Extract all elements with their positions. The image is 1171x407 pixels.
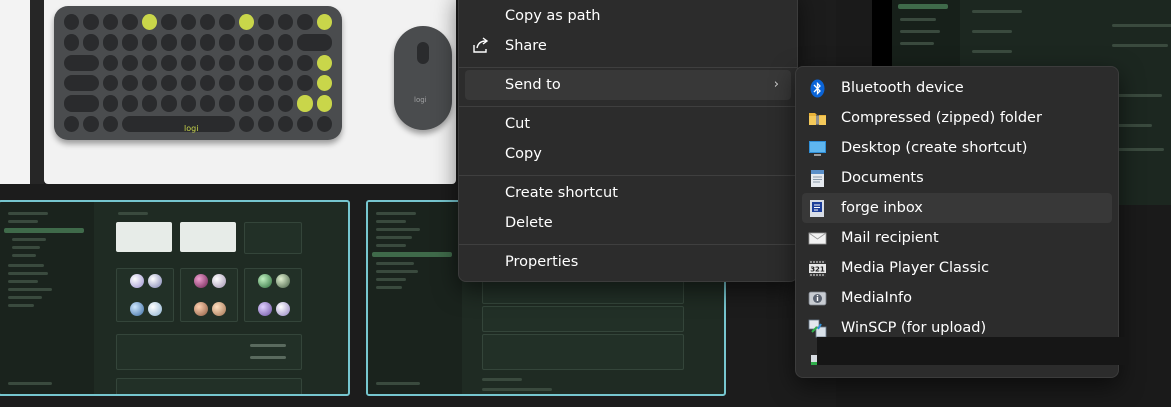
send-to-documents[interactable]: Documents [802,163,1112,193]
menu-item-label: Delete [505,215,553,231]
desktop-icon [808,139,827,158]
send-to-desktop[interactable]: Desktop (create shortcut) [802,133,1112,163]
zip-folder-icon [808,109,827,128]
media-player-icon: 321 [808,259,827,278]
forge-inbox-icon [808,199,827,218]
svg-text:321: 321 [810,266,825,274]
share-icon [471,36,491,56]
keyboard-keys [64,14,332,132]
menu-item-send-to[interactable]: Send to › [465,70,791,100]
submenu-item-label: WinSCP (for upload) [841,320,987,336]
send-to-bluetooth[interactable]: Bluetooth device [802,73,1112,103]
thumbnail-app-settings-a[interactable] [0,200,350,396]
menu-item-copy[interactable]: Copy [465,139,791,169]
menu-item-label: Create shortcut [505,185,618,201]
keyboard-logo: logi [184,124,199,133]
menu-item-delete[interactable]: Delete [465,208,791,238]
send-to-media-player-classic[interactable]: 321 Media Player Classic [802,253,1112,283]
mouse-image: logi [394,26,452,130]
submenu-item-label: Media Player Classic [841,260,990,276]
send-to-compressed-folder[interactable]: Compressed (zipped) folder [802,103,1112,133]
submenu-item-label: MediaInfo [841,290,912,306]
keyboard-image: logi [54,6,342,140]
send-to-mediainfo[interactable]: MediaInfo [802,283,1112,313]
submenu-item-label: Desktop (create shortcut) [841,140,1028,156]
menu-separator [459,175,797,176]
submenu-item-label: Compressed (zipped) folder [841,110,1042,126]
mouse-wheel [417,42,429,64]
menu-item-label: Copy as path [505,8,601,24]
menu-item-label: Share [505,38,547,54]
menu-item-properties[interactable]: Properties [465,247,791,277]
menu-item-copy-as-path[interactable]: Copy as path [465,1,791,31]
menu-separator [459,106,797,107]
thumbnail-gap [30,0,44,184]
menu-item-create-shortcut[interactable]: Create shortcut [465,178,791,208]
menu-item-label: Send to [505,77,561,93]
menu-item-label: Properties [505,254,579,270]
submenu-item-label: forge inbox [841,200,923,216]
menu-separator [459,244,797,245]
thumbnail-keyboard-mouse[interactable]: logi logi [44,0,456,184]
mail-icon [808,229,827,248]
chevron-right-icon: › [773,77,779,92]
context-menu: Copy as path Share Send to › Cut Copy Cr… [458,0,798,282]
send-to-submenu: Bluetooth device Compressed (zipped) fol… [795,66,1119,378]
redaction-block [817,337,1129,365]
mediainfo-icon [808,289,827,308]
submenu-item-label: Mail recipient [841,230,939,246]
send-to-mail-recipient[interactable]: Mail recipient [802,223,1112,253]
menu-item-share[interactable]: Share [465,31,791,61]
winscp-icon [808,319,827,338]
menu-item-cut[interactable]: Cut [465,109,791,139]
send-to-forge-inbox[interactable]: forge inbox [802,193,1112,223]
thumbnail-left-edge [0,0,30,184]
menu-item-label: Copy [505,146,542,162]
thumbnail-sidebar [0,202,94,394]
mouse-logo: logi [414,96,427,104]
documents-icon [808,169,827,188]
submenu-item-label: Documents [841,170,924,186]
thumbnail-sidebar [368,202,462,394]
submenu-item-label: Bluetooth device [841,80,964,96]
menu-separator [459,67,797,68]
bluetooth-icon [808,79,827,98]
menu-item-label: Cut [505,116,530,132]
